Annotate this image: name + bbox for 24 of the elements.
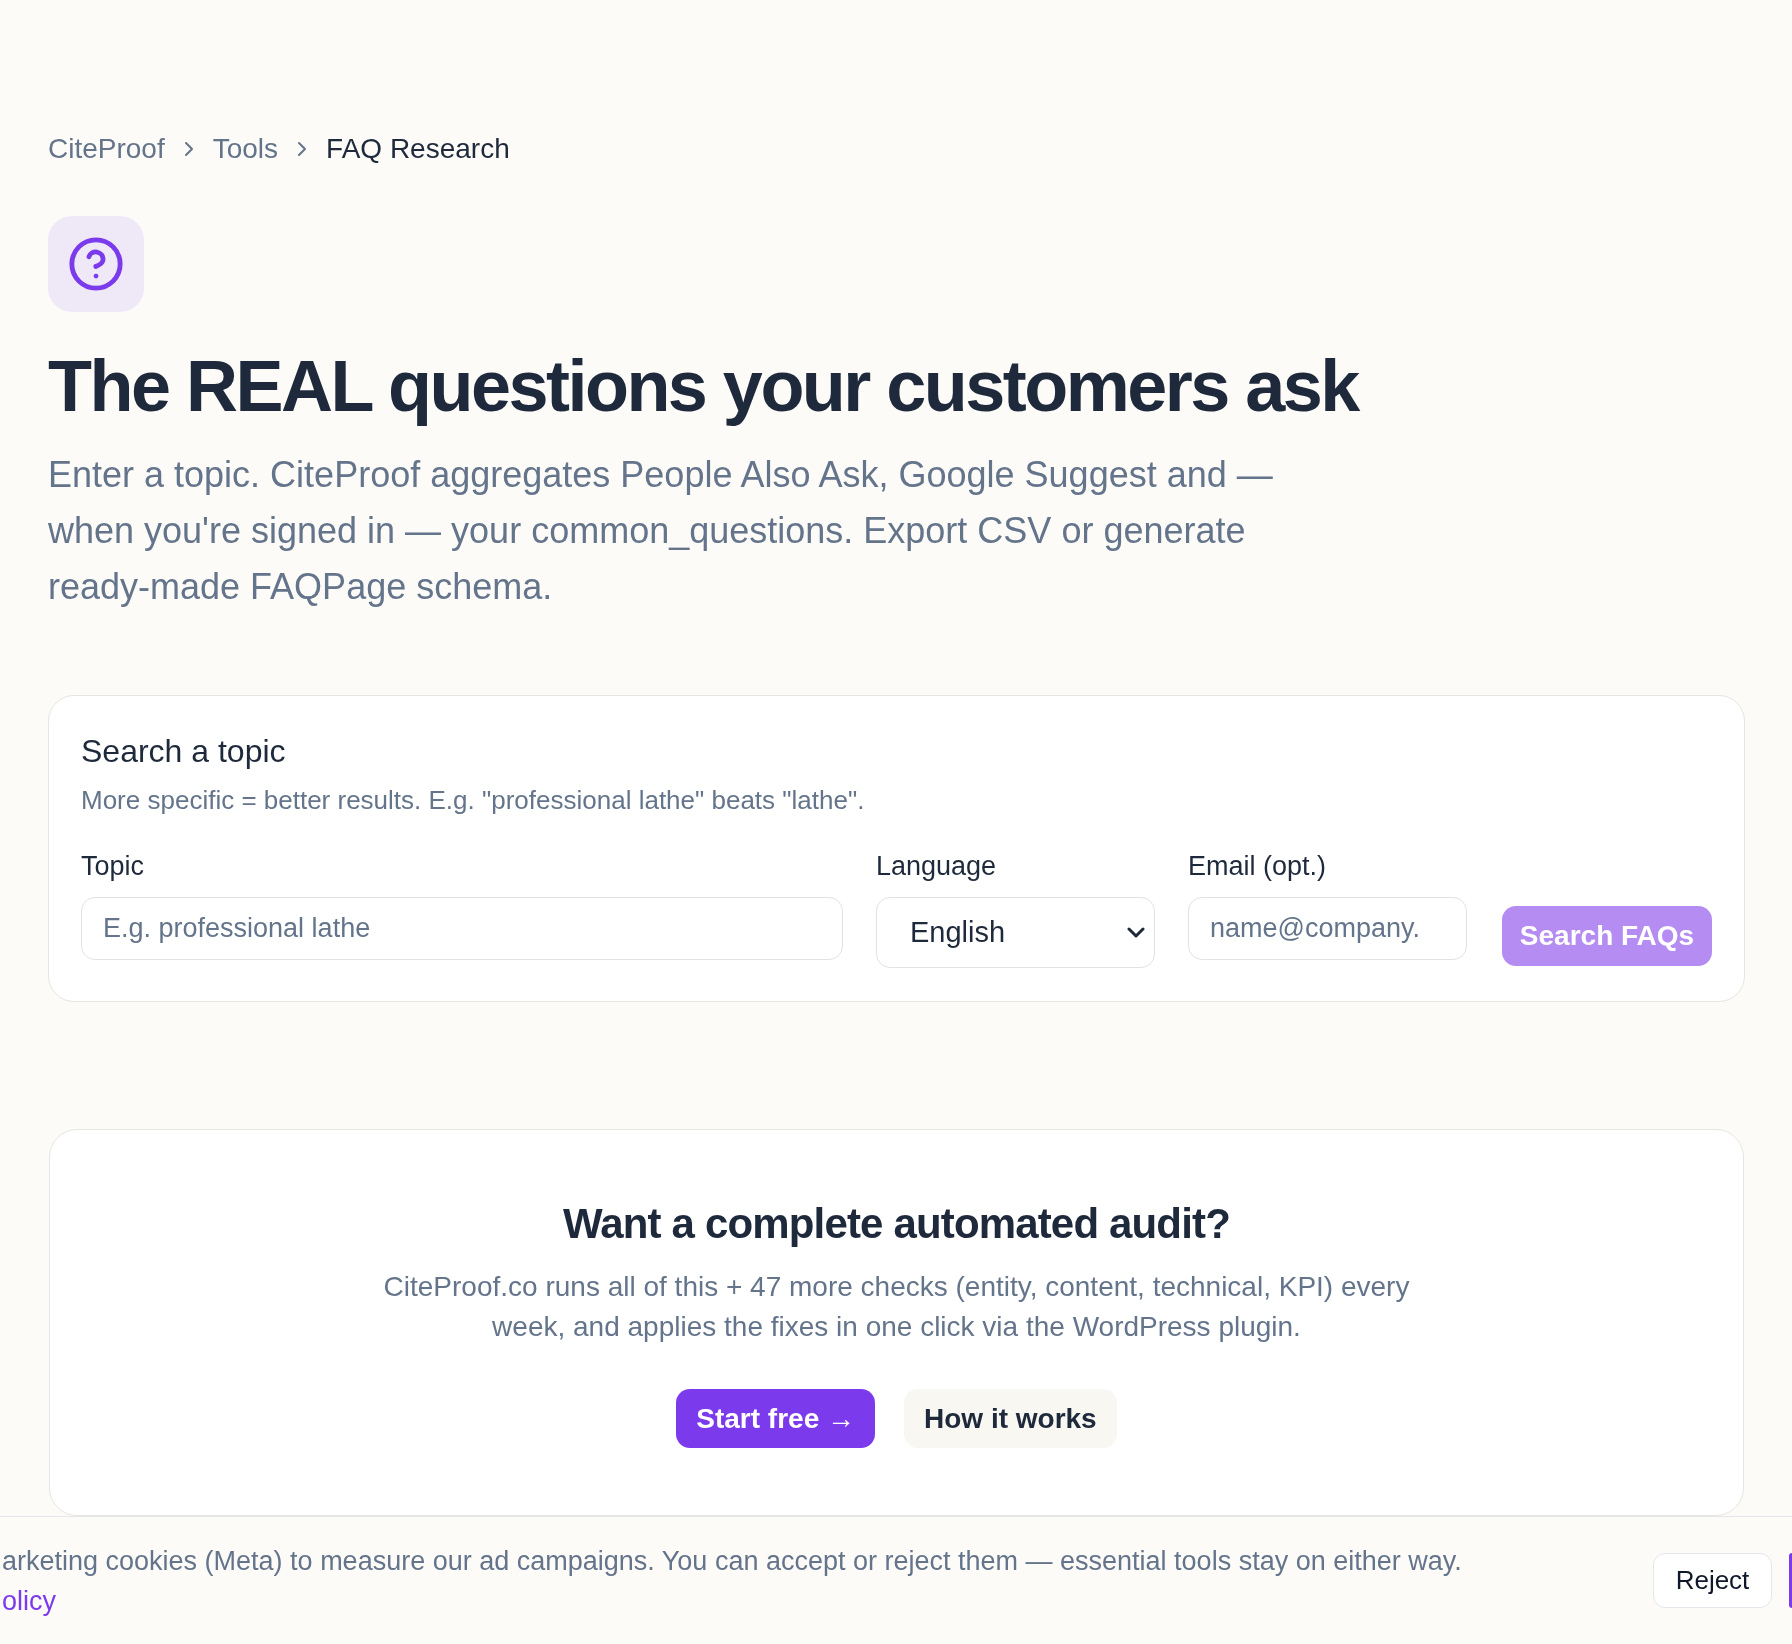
page-title: The REAL questions your customers ask	[48, 346, 1358, 426]
cta-title: Want a complete automated audit?	[563, 1199, 1230, 1249]
field-label: Email (opt.)	[1188, 850, 1327, 883]
chevron-down-icon	[1127, 927, 1145, 938]
topic-input[interactable]: E.g. professional lathe	[81, 897, 843, 960]
chevron-right-icon	[183, 141, 194, 157]
field-label: Topic	[81, 850, 145, 883]
search-card-hint: More specific = better results. E.g. "professional lathe" beats "lathe".	[81, 784, 865, 817]
how-it-works-button[interactable]: How it works	[904, 1389, 1117, 1448]
search-card-title: Search a topic	[81, 732, 286, 771]
breadcrumb-link[interactable]: Tools	[212, 131, 279, 167]
privacy-policy-link[interactable]: olicy	[2, 1585, 56, 1616]
breadcrumb-current-page: FAQ Research	[326, 132, 510, 166]
cookie-notice-text: arketing cookies (Meta) to measure our ad campaigns. You can accept or reject them — essential tools stay on either way. olicy	[2, 1544, 1463, 1618]
language-select[interactable]: English	[876, 897, 1155, 968]
email-input[interactable]: name@company.	[1188, 897, 1467, 960]
chevron-right-icon	[297, 141, 308, 157]
reject-button[interactable]: Reject	[1653, 1553, 1772, 1608]
accept-button[interactable]	[1789, 1553, 1792, 1608]
field-label: Language	[876, 850, 997, 883]
cta-description: CiteProof.co runs all of this + 47 more checks (entity, content, technical, KPI) every week, and applies the fixes in one click via the WordPress plugin.	[382, 1270, 1411, 1344]
page-description: Enter a topic. CiteProof aggregates People Also Ask, Google Suggest and — when you're signed in — your common_questions. Export CSV or generate ready-made FAQPage schema.	[48, 453, 1274, 609]
start-free-button[interactable]: Start free →	[676, 1389, 875, 1448]
breadcrumb-link[interactable]: CiteProof	[48, 131, 165, 167]
